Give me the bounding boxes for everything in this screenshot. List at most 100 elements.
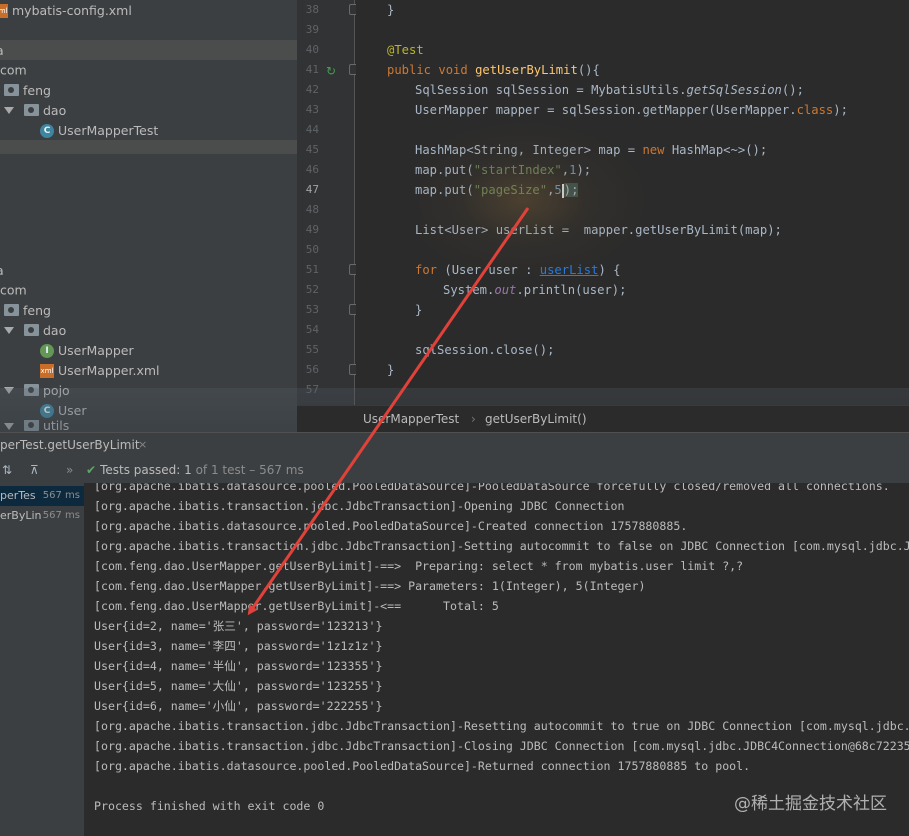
editor-gutter: 38 39 40 41 42 43 44 45 46 47 48 49 50 5… xyxy=(297,0,358,405)
breadcrumb: UserMapperTest › getUserByLimit() xyxy=(297,405,909,432)
test-status-text: ✔ Tests passed: 1 of 1 test – 567 ms xyxy=(86,463,304,477)
expand-arrow-icon[interactable] xyxy=(4,107,14,114)
console-line: [org.apache.ibatis.transaction.jdbc.Jdbc… xyxy=(94,739,909,753)
expand-arrow-icon[interactable] xyxy=(4,327,14,334)
package-folder-icon xyxy=(4,303,19,316)
breadcrumb-separator: › xyxy=(471,412,476,426)
console-line: [com.feng.dao.UserMapper.getUserByLimit]… xyxy=(94,599,499,613)
line-number: 42 xyxy=(305,83,319,96)
tree-item-java-test-root[interactable]: a xyxy=(0,40,297,60)
xml-file-icon: xml xyxy=(0,3,8,18)
tree-item-mybatis-config[interactable]: xmlmybatis-config.xml xyxy=(0,0,297,20)
check-icon: ✔ xyxy=(86,463,97,477)
line-number: 55 xyxy=(305,343,319,356)
console-output[interactable]: [org.apache.ibatis.datasource.pooled.Poo… xyxy=(84,483,909,836)
watermark: @稀土掘金技术社区 xyxy=(734,794,887,814)
code-line-56: } xyxy=(387,363,395,377)
expand-arrow-icon[interactable] xyxy=(4,422,14,430)
package-folder-icon xyxy=(23,103,39,116)
console-line: User{id=6, name='小仙', password='222255'} xyxy=(94,699,383,713)
line-number: 57 xyxy=(305,383,319,396)
run-test-gutter-icon[interactable]: ↻ xyxy=(326,64,336,78)
console-line: [com.feng.dao.UserMapper.getUserByLimit]… xyxy=(94,559,744,573)
console-line: User{id=4, name='半仙', password='123355'} xyxy=(94,659,383,673)
console-line: [org.apache.ibatis.transaction.jdbc.Jdbc… xyxy=(94,719,909,733)
run-tab-label[interactable]: perTest.getUserByLimit xyxy=(0,433,140,457)
collapse-all-icon[interactable]: ⊼ xyxy=(30,457,39,483)
console-line: [com.feng.dao.UserMapper.getUserByLimit]… xyxy=(94,579,646,593)
tree-item-feng-package-main[interactable]: feng xyxy=(0,300,297,320)
code-line-38: } xyxy=(387,3,395,17)
console-line-exit-code: Process finished with exit code 0 xyxy=(94,799,325,813)
code-editor[interactable]: } @Test public void getUserByLimit(){ Sq… xyxy=(356,0,909,405)
code-line-52: System.out.println(user); xyxy=(443,283,627,297)
line-number: 46 xyxy=(305,163,319,176)
tree-item-pojo-package[interactable]: pojo xyxy=(0,380,297,400)
interface-icon: I xyxy=(40,343,54,358)
tree-selection-highlight xyxy=(0,140,297,154)
test-results-tree: perTes 567 ms erByLin 567 ms xyxy=(0,483,84,836)
code-line-49: List<User> userList = mapper.getUserByLi… xyxy=(415,223,782,237)
line-number-current: 47 xyxy=(305,183,319,196)
project-tree-panel: xmlmybatis-config.xml a com feng dao CUs… xyxy=(0,0,297,432)
sort-icon[interactable]: ⇅ xyxy=(2,457,12,483)
run-toolbar: ⇅ ⊼ » ✔ Tests passed: 1 of 1 test – 567 m… xyxy=(0,457,909,483)
console-line: [org.apache.ibatis.datasource.pooled.Poo… xyxy=(94,759,751,773)
line-number: 53 xyxy=(305,303,319,316)
line-number: 49 xyxy=(305,223,319,236)
line-number: 39 xyxy=(305,23,319,36)
tree-item-dao-package[interactable]: dao xyxy=(0,100,297,120)
line-number: 52 xyxy=(305,283,319,296)
console-line: [org.apache.ibatis.transaction.jdbc.Jdbc… xyxy=(94,539,909,553)
chevron-right-icon[interactable]: » xyxy=(66,457,73,483)
close-icon[interactable]: × xyxy=(138,433,147,457)
tree-item-usermappertest[interactable]: C UserMapperTest xyxy=(0,120,297,140)
tree-item-com-package[interactable]: com xyxy=(0,60,297,80)
console-line: [org.apache.ibatis.datasource.pooled.Poo… xyxy=(94,483,890,493)
console-line: User{id=2, name='张三', password='123213'} xyxy=(94,619,383,633)
line-number: 44 xyxy=(305,123,319,136)
console-line: [org.apache.ibatis.datasource.pooled.Poo… xyxy=(94,519,688,533)
tree-item-com-package-main[interactable]: com xyxy=(0,280,297,300)
tree-item-dao-package-main[interactable]: dao xyxy=(0,320,297,340)
line-number: 43 xyxy=(305,103,319,116)
tree-item-user-class[interactable]: C User xyxy=(0,400,297,420)
line-number: 41 xyxy=(305,63,319,76)
code-line-43: UserMapper mapper = sqlSession.getMapper… xyxy=(415,103,848,117)
tree-item-java-main-root[interactable]: a xyxy=(0,260,297,280)
console-line: User{id=3, name='李四', password='1z1z1z'} xyxy=(94,639,383,653)
console-line: [org.apache.ibatis.transaction.jdbc.Jdbc… xyxy=(94,499,625,513)
java-class-icon: C xyxy=(40,123,54,138)
breadcrumb-item-method[interactable]: getUserByLimit() xyxy=(485,406,587,432)
line-number: 51 xyxy=(305,263,319,276)
code-line-47: map.put("pageSize",5); xyxy=(415,183,579,198)
line-number: 48 xyxy=(305,203,319,216)
console-line: User{id=5, name='大仙', password='123255'} xyxy=(94,679,383,693)
code-line-55: sqlSession.close(); xyxy=(415,343,555,357)
line-number: 56 xyxy=(305,363,319,376)
test-result-row[interactable]: perTes 567 ms xyxy=(0,486,84,506)
code-line-42: SqlSession sqlSession = MybatisUtils.get… xyxy=(415,83,804,97)
tree-item-utils-package[interactable]: utils xyxy=(0,420,297,432)
code-line-40: @Test xyxy=(387,43,424,57)
line-number: 50 xyxy=(305,243,319,256)
tree-item-usermapper[interactable]: I UserMapper xyxy=(0,340,297,360)
xml-file-icon: xml xyxy=(40,363,54,378)
line-number: 38 xyxy=(305,3,319,16)
expand-arrow-icon[interactable] xyxy=(4,387,14,394)
tree-item-usermapper-xml[interactable]: xml UserMapper.xml xyxy=(0,360,297,380)
tree-item-feng-package[interactable]: feng xyxy=(0,80,297,100)
code-line-46: map.put("startIndex",1); xyxy=(415,163,592,177)
run-tool-window-header: perTest.getUserByLimit × xyxy=(0,432,909,457)
code-line-41: public void getUserByLimit(){ xyxy=(387,63,600,77)
line-number: 54 xyxy=(305,323,319,336)
java-class-icon: C xyxy=(40,403,54,418)
package-folder-icon xyxy=(23,323,39,336)
line-number: 40 xyxy=(305,43,319,56)
package-folder-icon xyxy=(23,420,39,431)
breadcrumb-item-class[interactable]: UserMapperTest xyxy=(363,406,459,432)
code-line-45: HashMap<String, Integer> map = new HashM… xyxy=(415,143,768,157)
test-result-row[interactable]: erByLin 567 ms xyxy=(0,506,84,526)
line-number: 45 xyxy=(305,143,319,156)
code-line-53: } xyxy=(415,303,423,317)
